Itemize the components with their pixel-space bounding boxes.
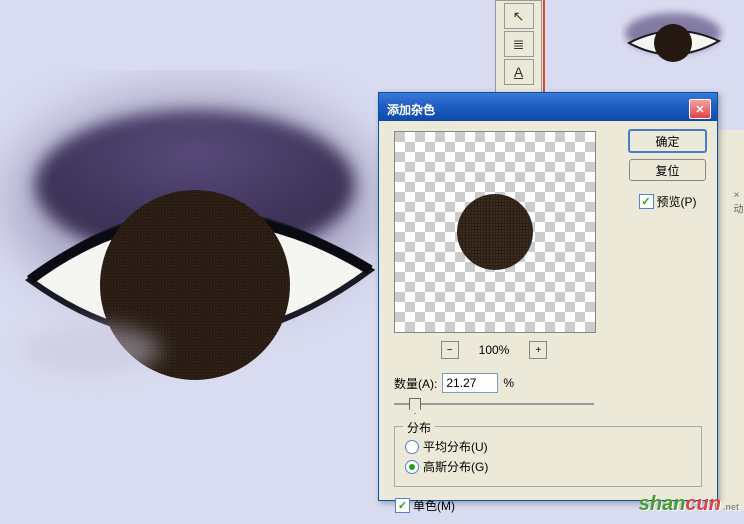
gaussian-label: 高斯分布(G) [423,458,488,475]
amount-input[interactable] [442,373,498,393]
reset-button[interactable]: 复位 [629,159,706,181]
main-eye-artwork [0,70,400,430]
amount-unit: % [503,376,514,390]
amount-slider[interactable] [394,396,594,412]
navigator-thumbnail [621,5,726,75]
watermark: shancun.net [639,493,739,516]
preview-checkbox[interactable]: ✓ [639,194,654,209]
ok-button[interactable]: 确定 [628,129,707,153]
tools-panel: ↖ ≣ A [495,0,542,99]
add-noise-dialog: 添加杂色 ✕ 确定 复位 ✓ 预览(P) − 100% + 数量(A): % [378,92,718,501]
preview-content [457,194,533,270]
amount-label: 数量(A): [394,375,437,392]
preview-area [394,131,596,333]
zoom-in-button[interactable]: + [529,341,547,359]
dialog-title-text: 添加杂色 [387,101,435,118]
direct-select-tool-icon[interactable]: ↖ [504,3,534,29]
distribution-group-title: 分布 [403,419,435,436]
monochrome-checkbox[interactable]: ✓ [395,498,410,513]
uniform-label: 平均分布(U) [423,438,488,455]
panel-dock-indicator [543,0,545,92]
paragraph-tool-icon[interactable]: ≣ [504,31,534,57]
distribution-group: 分布 平均分布(U) 高斯分布(G) [394,426,702,487]
slider-thumb[interactable] [409,398,421,414]
dialog-titlebar: 添加杂色 ✕ [379,93,717,121]
type-tool-icon[interactable]: A [504,59,534,85]
collapsed-panel-tab[interactable]: × 动 [729,190,744,214]
close-button[interactable]: ✕ [689,99,711,119]
zoom-out-button[interactable]: − [441,341,459,359]
right-panel-strip [715,130,744,510]
gaussian-radio[interactable] [405,460,419,474]
uniform-radio[interactable] [405,440,419,454]
monochrome-label: 单色(M) [413,497,455,514]
preview-label: 预览(P) [657,193,697,210]
zoom-percent: 100% [479,343,510,357]
